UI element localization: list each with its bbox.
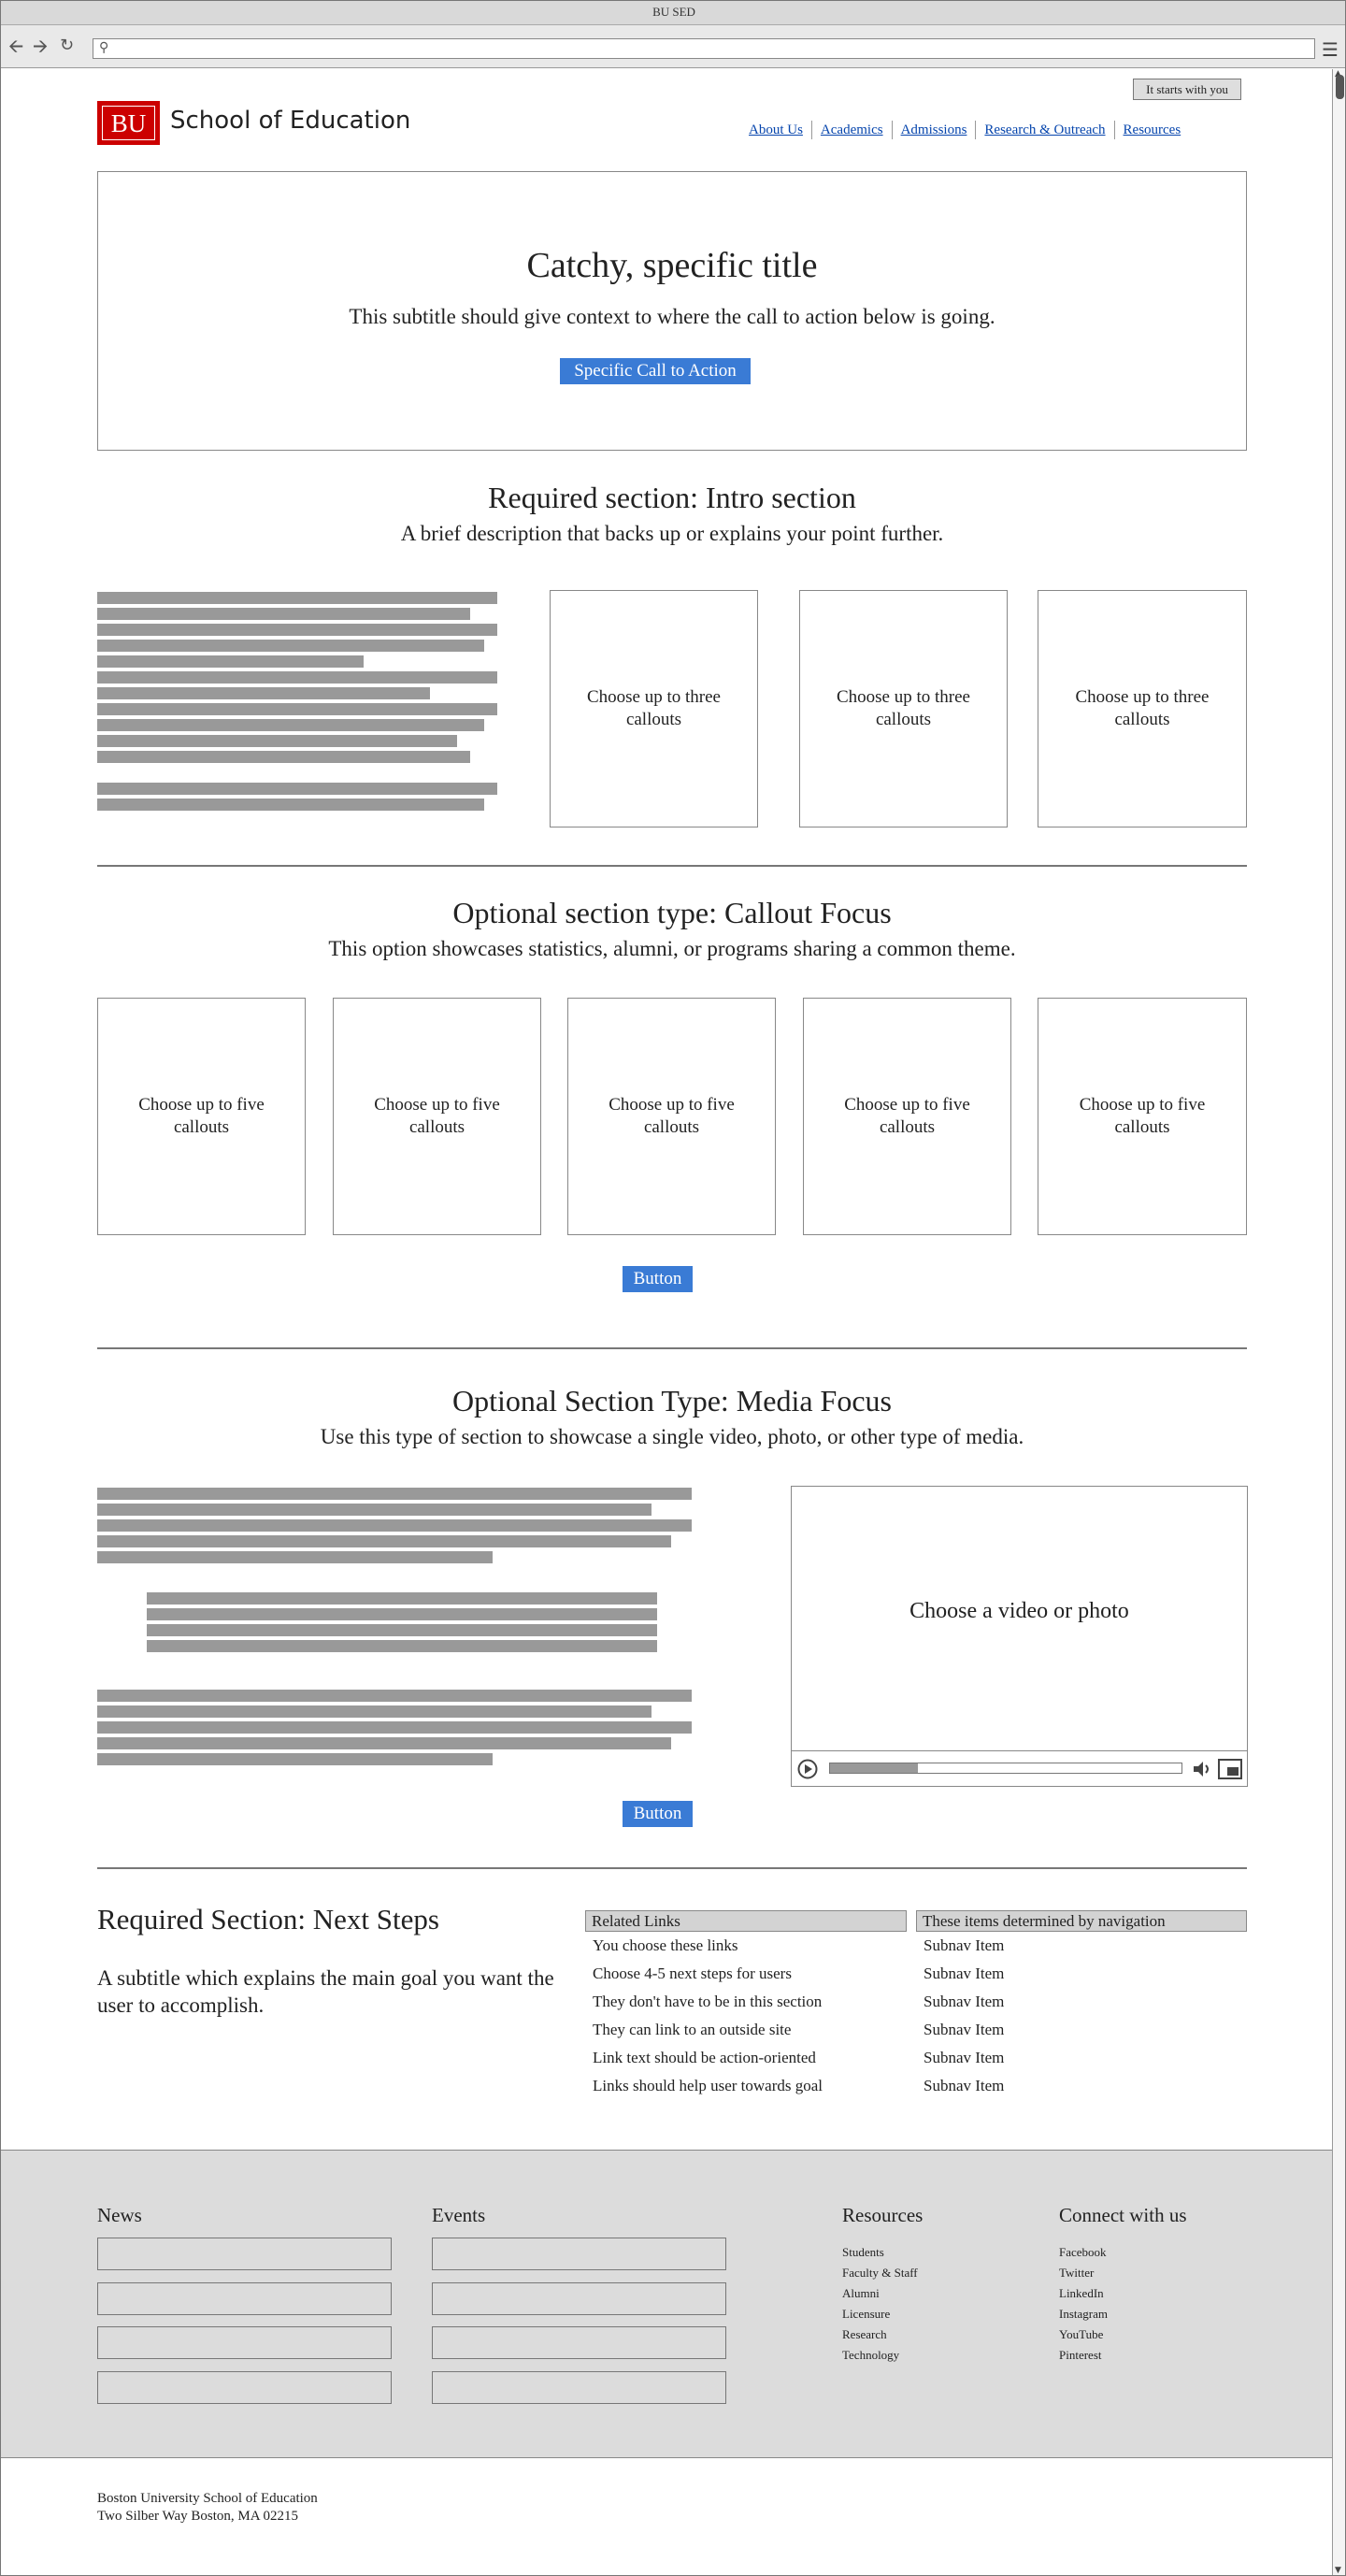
social-link-pinterest[interactable]: Pinterest <box>1059 2348 1102 2363</box>
intro-subtitle: A brief description that backs up or exp… <box>400 522 944 545</box>
section-divider <box>97 865 1247 867</box>
logo-text: BU <box>102 106 155 140</box>
browser-toolbar: 🡨 🡪 ↻ ⚲ ☰ <box>1 25 1345 68</box>
footer-connect-heading: Connect with us <box>1059 2204 1187 2226</box>
social-link-twitter[interactable]: Twitter <box>1059 2266 1094 2281</box>
nav-academics[interactable]: Academics <box>810 121 892 139</box>
event-item[interactable] <box>432 2371 726 2404</box>
hero-cta-button[interactable]: Specific Call to Action <box>560 358 751 384</box>
related-link[interactable]: Choose 4-5 next steps for users <box>593 1964 792 1983</box>
back-icon[interactable]: 🡨 <box>8 36 23 55</box>
media-controls <box>792 1750 1247 1786</box>
nav-about-us[interactable]: About Us <box>740 121 811 139</box>
section-divider <box>97 1347 1247 1349</box>
nav-admissions[interactable]: Admissions <box>891 121 976 139</box>
focus-callout[interactable]: Choose up to five callouts <box>97 998 306 1235</box>
event-item[interactable] <box>432 2326 726 2359</box>
reload-icon[interactable]: ↻ <box>60 36 74 55</box>
footer: News Events Resources Students Faculty &… <box>1 2150 1332 2458</box>
news-item[interactable] <box>97 2282 392 2315</box>
media-player[interactable]: Choose a video or photo <box>791 1486 1248 1787</box>
media-focus-title: Optional Section Type: Media Focus <box>452 1384 892 1418</box>
focus-callout[interactable]: Choose up to five callouts <box>803 998 1011 1235</box>
subnav-item[interactable]: Subnav Item <box>924 1936 1004 1955</box>
media-text-placeholder <box>97 1488 695 1768</box>
menu-icon[interactable]: ☰ <box>1322 38 1339 61</box>
related-links-header: Related Links <box>585 1910 907 1932</box>
subnav-item[interactable]: Subnav Item <box>924 1964 1004 1983</box>
hero-subtitle: This subtitle should give context to whe… <box>349 305 995 328</box>
news-item[interactable] <box>97 2371 392 2404</box>
forward-icon[interactable]: 🡪 <box>33 36 48 55</box>
callout-focus-title: Optional section type: Callout Focus <box>452 896 892 929</box>
play-icon[interactable] <box>797 1759 818 1779</box>
footer-resource-link[interactable]: Licensure <box>842 2307 890 2322</box>
subnav-item[interactable]: Subnav Item <box>924 2021 1004 2039</box>
browser-window: BU SED 🡨 🡪 ↻ ⚲ ☰ ▲ ▼ It starts with you … <box>0 0 1346 2576</box>
footer-events-heading: Events <box>432 2204 486 2226</box>
focus-callout[interactable]: Choose up to five callouts <box>333 998 541 1235</box>
nav-resources[interactable]: Resources <box>1113 121 1190 139</box>
callout-focus-subtitle: This option showcases statistics, alumni… <box>328 937 1016 960</box>
address-bar[interactable]: ⚲ <box>93 38 1315 59</box>
subnav-item[interactable]: Subnav Item <box>924 2077 1004 2095</box>
progress-bar[interactable] <box>829 1763 1182 1774</box>
social-link-linkedin[interactable]: LinkedIn <box>1059 2286 1104 2301</box>
news-item[interactable] <box>97 2238 392 2270</box>
media-focus-button[interactable]: Button <box>623 1801 693 1827</box>
address-line-1: Boston University School of Education <box>97 2491 318 2506</box>
media-focus-subtitle: Use this type of section to showcase a s… <box>320 1425 1024 1448</box>
media-label: Choose a video or photo <box>909 1599 1129 1623</box>
related-link[interactable]: They don't have to be in this section <box>593 1993 822 2011</box>
scroll-down-icon[interactable]: ▼ <box>1335 2566 1341 2575</box>
footer-resource-link[interactable]: Students <box>842 2245 884 2260</box>
page-content: It starts with you BU School of Educatio… <box>1 69 1332 2575</box>
related-link[interactable]: They can link to an outside site <box>593 2021 791 2039</box>
focus-callout[interactable]: Choose up to five callouts <box>1038 998 1247 1235</box>
news-item[interactable] <box>97 2326 392 2359</box>
footer-resources-heading: Resources <box>842 2204 924 2226</box>
hero-title: Catchy, specific title <box>526 246 818 285</box>
fullscreen-icon[interactable] <box>1218 1759 1242 1779</box>
social-link-facebook[interactable]: Facebook <box>1059 2245 1107 2260</box>
footer-resource-link[interactable]: Alumni <box>842 2286 880 2301</box>
social-link-youtube[interactable]: YouTube <box>1059 2327 1103 2342</box>
address-line-2: Two Silber Way Boston, MA 02215 <box>97 2509 298 2524</box>
footer-resource-link[interactable]: Research <box>842 2327 887 2342</box>
scroll-thumb[interactable] <box>1336 75 1344 99</box>
vertical-scrollbar[interactable]: ▲ ▼ <box>1332 69 1345 2575</box>
volume-icon[interactable] <box>1192 1761 1212 1777</box>
nav-research-outreach[interactable]: Research & Outreach <box>975 121 1113 139</box>
tagline-button[interactable]: It starts with you <box>1133 79 1241 100</box>
intro-callout[interactable]: Choose up to three callouts <box>550 590 758 827</box>
subnav-item[interactable]: Subnav Item <box>924 1993 1004 2011</box>
focus-callout[interactable]: Choose up to five callouts <box>567 998 776 1235</box>
next-steps-subtitle: A subtitle which explains the main goal … <box>97 1966 554 2017</box>
footer-news-heading: News <box>97 2204 142 2226</box>
next-steps-title: Required Section: Next Steps <box>97 1903 439 1936</box>
intro-title: Required section: Intro section <box>488 481 856 514</box>
school-name: School of Education <box>170 107 411 135</box>
window-title: BU SED <box>1 1 1345 25</box>
social-link-instagram[interactable]: Instagram <box>1059 2307 1108 2322</box>
related-link[interactable]: Link text should be action-oriented <box>593 2049 816 2067</box>
intro-callout[interactable]: Choose up to three callouts <box>799 590 1008 827</box>
bu-logo[interactable]: BU <box>97 101 160 145</box>
main-nav: About Us Academics Admissions Research &… <box>740 120 1189 140</box>
callout-focus-button[interactable]: Button <box>623 1266 693 1292</box>
subnav-header: These items determined by navigation <box>916 1910 1247 1932</box>
event-item[interactable] <box>432 2282 726 2315</box>
related-link[interactable]: You choose these links <box>593 1936 738 1955</box>
footer-resource-link[interactable]: Technology <box>842 2348 899 2363</box>
related-link[interactable]: Links should help user towards goal <box>593 2077 823 2095</box>
intro-text-placeholder <box>97 592 499 835</box>
event-item[interactable] <box>432 2238 726 2270</box>
section-divider <box>97 1867 1247 1869</box>
intro-callout[interactable]: Choose up to three callouts <box>1038 590 1247 827</box>
hero-section: Catchy, specific title This subtitle sho… <box>97 171 1247 451</box>
footer-resource-link[interactable]: Faculty & Staff <box>842 2266 918 2281</box>
subnav-item[interactable]: Subnav Item <box>924 2049 1004 2067</box>
search-icon: ⚲ <box>99 40 109 55</box>
